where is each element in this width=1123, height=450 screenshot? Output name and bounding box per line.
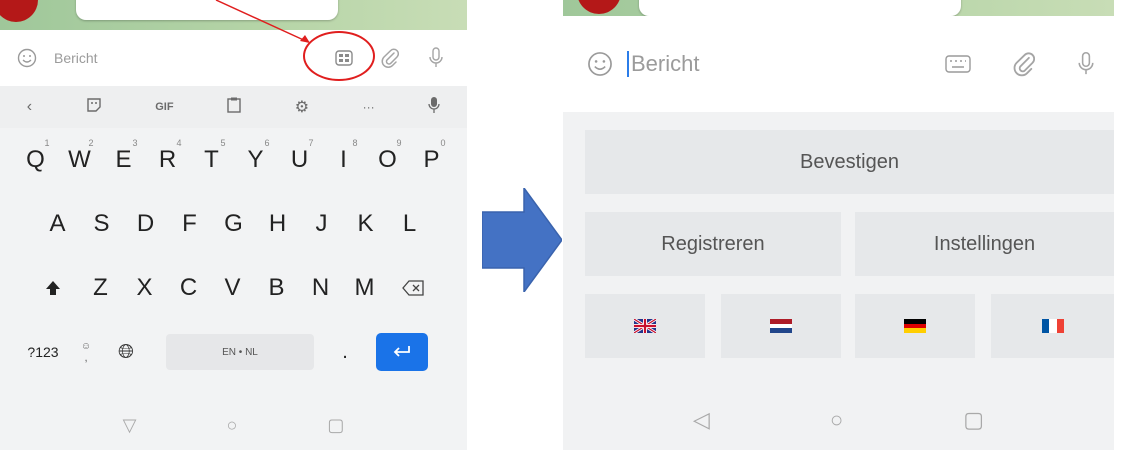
attach-icon[interactable]: [1004, 50, 1044, 78]
language-button-dutch[interactable]: [721, 294, 841, 358]
more-options-icon[interactable]: ···: [363, 100, 375, 114]
back-triangle-icon[interactable]: ◁: [693, 407, 710, 433]
microphone-icon[interactable]: [428, 96, 440, 119]
keyboard-toolbar: ‹ GIF ⚙ ···: [0, 86, 467, 128]
text-cursor: [627, 51, 629, 77]
key-hint: 4: [176, 138, 182, 148]
space-key[interactable]: EN • NL: [166, 334, 314, 370]
recent-apps-square-icon[interactable]: ▢: [327, 415, 344, 436]
back-triangle-icon[interactable]: ▽: [123, 415, 137, 436]
key-t[interactable]: T5: [190, 134, 234, 186]
navigation-bar: ◁ ○ ▢: [563, 390, 1114, 450]
message-bubble: [639, 0, 961, 16]
key-hint: 9: [396, 138, 402, 148]
key-row-4: ?123 ☺, 🌐︎ EN • NL .: [0, 326, 467, 378]
period-key[interactable]: .: [320, 326, 370, 378]
key-hint: 7: [308, 138, 314, 148]
microphone-icon[interactable]: [1066, 50, 1106, 78]
after-screen: Bericht Bevestigen Registreren Instellin…: [563, 0, 1114, 450]
chevron-left-icon[interactable]: ‹: [27, 98, 32, 116]
key-hint: 2: [88, 138, 94, 148]
message-input[interactable]: Bericht: [631, 51, 938, 77]
key-y[interactable]: Y6: [234, 134, 278, 186]
key-hint: 5: [220, 138, 226, 148]
gear-icon[interactable]: ⚙: [295, 97, 309, 117]
key-e[interactable]: E3: [102, 134, 146, 186]
clipboard-icon[interactable]: [227, 97, 241, 118]
bot-reply-keyboard: Bevestigen Registreren Instellingen: [563, 112, 1114, 390]
language-button-english[interactable]: [585, 294, 705, 358]
recent-apps-square-icon[interactable]: ▢: [963, 407, 984, 433]
key-m[interactable]: M: [343, 262, 387, 314]
key-s[interactable]: S: [80, 198, 124, 250]
key-k[interactable]: K: [344, 198, 388, 250]
key-f[interactable]: F: [168, 198, 212, 250]
key-row-1: Q1W2E3R4T5Y6U7I8O9P0: [0, 134, 467, 186]
key-hint: 6: [264, 138, 270, 148]
globe-icon[interactable]: 🌐︎: [106, 326, 146, 378]
backspace-key[interactable]: [387, 262, 439, 314]
key-l[interactable]: L: [388, 198, 432, 250]
register-button[interactable]: Registreren: [585, 212, 841, 276]
key-q[interactable]: Q1: [14, 134, 58, 186]
key-p[interactable]: P0: [410, 134, 454, 186]
key-r[interactable]: R4: [146, 134, 190, 186]
message-input-bar: Bericht: [563, 16, 1114, 113]
key-z[interactable]: Z: [79, 262, 123, 314]
sticker-icon[interactable]: [86, 97, 102, 118]
key-c[interactable]: C: [167, 262, 211, 314]
letter-keys: ZXCVBNM: [79, 262, 387, 314]
key-j[interactable]: J: [300, 198, 344, 250]
key-g[interactable]: G: [212, 198, 256, 250]
key-d[interactable]: D: [124, 198, 168, 250]
home-circle-icon[interactable]: ○: [226, 415, 237, 436]
key-a[interactable]: A: [36, 198, 80, 250]
key-b[interactable]: B: [255, 262, 299, 314]
navigation-bar: ▽ ○ ▢: [0, 400, 467, 450]
emoji-icon[interactable]: [581, 51, 619, 77]
key-v[interactable]: V: [211, 262, 255, 314]
shift-key[interactable]: [27, 262, 79, 314]
key-hint: 3: [132, 138, 138, 148]
annotation-line: [215, 0, 309, 43]
enter-key[interactable]: [376, 333, 428, 371]
confirm-button[interactable]: Bevestigen: [585, 130, 1114, 194]
symbols-key[interactable]: ?123: [20, 326, 66, 378]
annotation-pointer: [215, 0, 310, 43]
key-row-2: ASDFGHJKL: [0, 198, 467, 250]
keyboard-icon[interactable]: [938, 53, 978, 75]
key-row-3: ZXCVBNM: [0, 262, 467, 314]
key-n[interactable]: N: [299, 262, 343, 314]
key-w[interactable]: W2: [58, 134, 102, 186]
fr-flag-icon: [1041, 319, 1064, 333]
key-hint: 8: [352, 138, 358, 148]
settings-button[interactable]: Instellingen: [855, 212, 1114, 276]
key-x[interactable]: X: [123, 262, 167, 314]
gif-button[interactable]: GIF: [155, 101, 173, 113]
key-i[interactable]: I8: [322, 134, 366, 186]
nl-flag-icon: [770, 319, 792, 333]
language-button-german[interactable]: [855, 294, 975, 358]
key-u[interactable]: U7: [278, 134, 322, 186]
comma-key[interactable]: ☺,: [66, 326, 106, 378]
soft-keyboard: ‹ GIF ⚙ ··· Q1W2E3R4T5Y6U7I8O9P0 ASDFGHJ…: [0, 86, 467, 450]
key-hint: 1: [44, 138, 50, 148]
language-button-french[interactable]: [991, 294, 1114, 358]
key-o[interactable]: O9: [366, 134, 410, 186]
transition-arrow-icon: [482, 188, 562, 292]
home-circle-icon[interactable]: ○: [830, 407, 843, 433]
uk-flag-icon: [634, 319, 656, 333]
key-hint: 0: [440, 138, 446, 148]
de-flag-icon: [904, 319, 926, 333]
key-h[interactable]: H: [256, 198, 300, 250]
